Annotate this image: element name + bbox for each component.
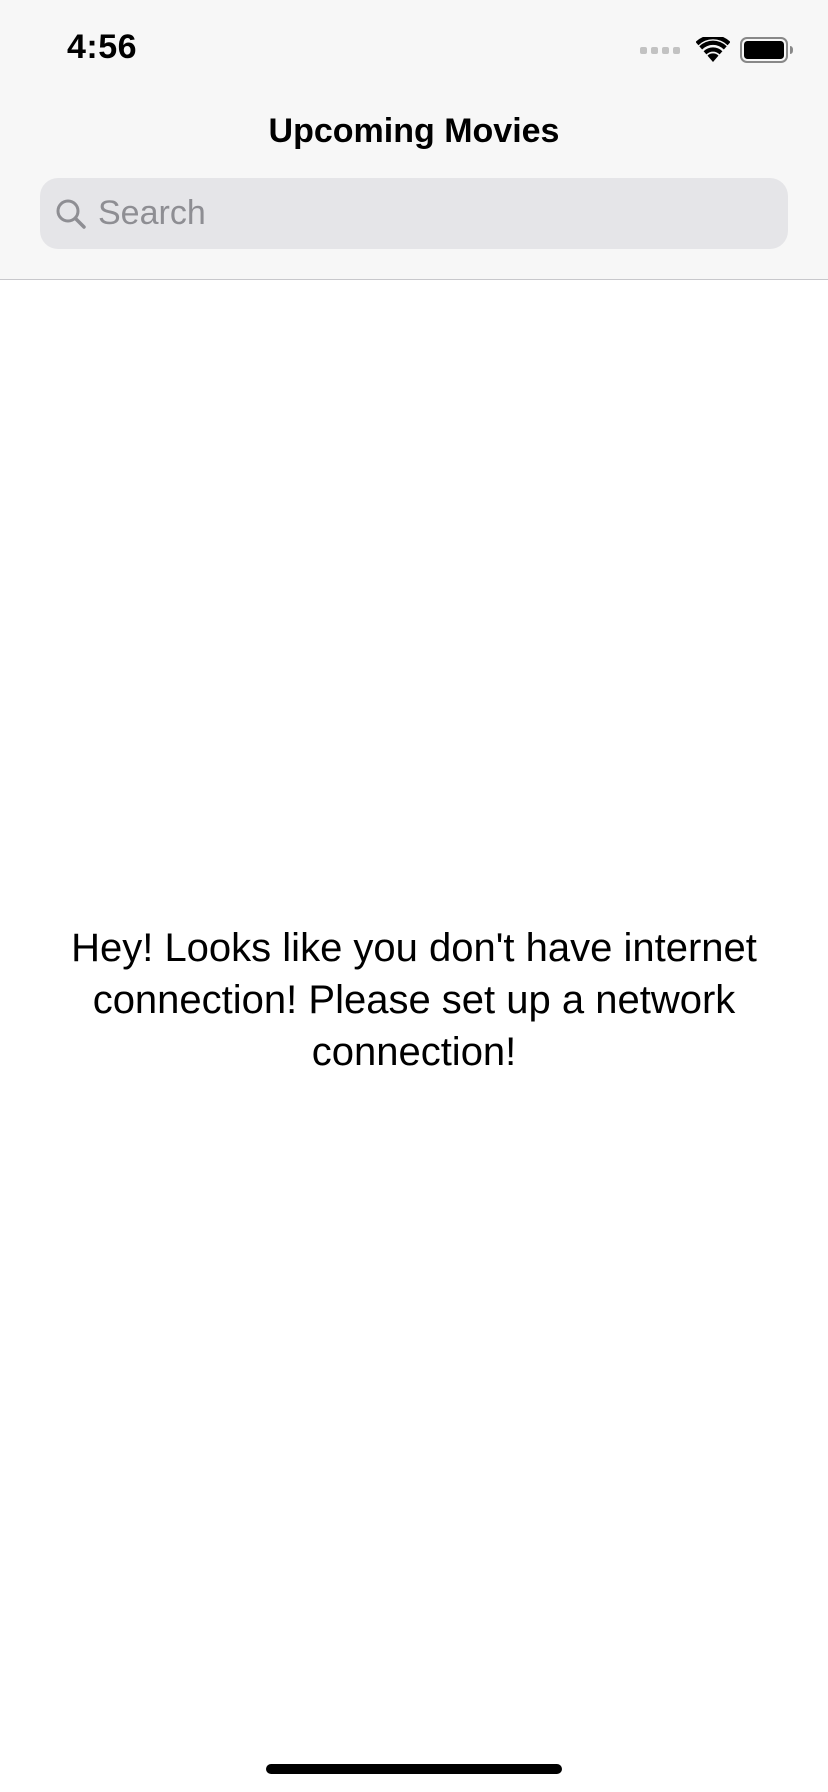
status-bar: 4:56: [0, 0, 828, 96]
search-icon: [56, 199, 86, 229]
wifi-icon: [696, 37, 730, 62]
no-connection-message: Hey! Looks like you don't have internet …: [71, 926, 757, 1074]
battery-icon: [740, 37, 793, 63]
header-area: 4:56 Upcoming Movies: [0, 0, 828, 280]
home-indicator[interactable]: [266, 1764, 562, 1774]
app-screen: 4:56 Upcoming Movies Search Hey! Looks l…: [0, 0, 828, 1792]
cellular-signal-icon: [640, 46, 680, 54]
status-icons: [640, 36, 794, 64]
status-time: 4:56: [67, 28, 138, 66]
search-input[interactable]: [98, 178, 768, 249]
nav-title: Upcoming Movies: [268, 112, 560, 150]
search-bar[interactable]: [40, 178, 788, 249]
